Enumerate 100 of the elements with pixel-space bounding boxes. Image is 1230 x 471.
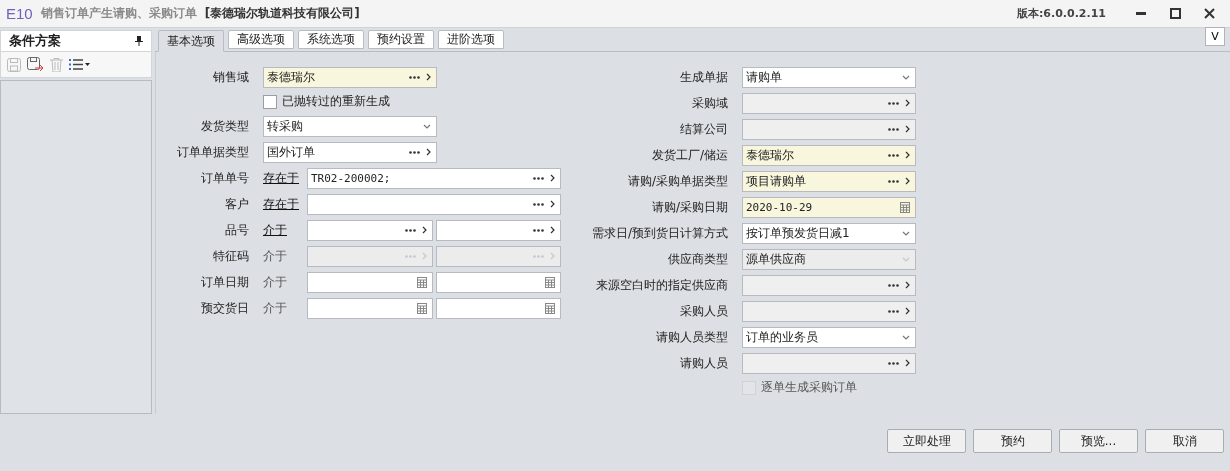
calendar-icon[interactable] <box>545 302 555 314</box>
field-label: 需求日/预到货日计算方式 <box>590 224 728 242</box>
chevron-down-icon[interactable] <box>902 74 910 80</box>
chevron-right-icon[interactable] <box>905 359 910 367</box>
date-field[interactable] <box>435 271 561 293</box>
lookup-field[interactable]: 泰德瑞尔 <box>742 144 916 166</box>
chevron-right-icon[interactable] <box>550 200 555 208</box>
lookup-field[interactable] <box>742 352 916 374</box>
chevron-right-icon[interactable] <box>905 307 910 315</box>
lookup-field[interactable] <box>307 219 433 241</box>
lookup-field[interactable]: 泰德瑞尔 <box>263 66 437 88</box>
field-label: 订单单号 <box>200 169 249 187</box>
chevron-right-icon[interactable] <box>426 148 431 156</box>
lookup-field[interactable] <box>307 193 561 215</box>
checkbox-label: 逐单生成采购订单 <box>761 379 857 396</box>
lookup-field[interactable]: 国外订单 <box>263 141 437 163</box>
ellipsis-icon[interactable] <box>409 150 420 154</box>
ellipsis-icon[interactable] <box>404 228 416 232</box>
field-label: 订单日期 <box>200 273 249 291</box>
version-label: 版本:6.0.0.2.11 <box>1016 6 1106 21</box>
lookup-field[interactable] <box>435 219 561 241</box>
ellipsis-icon[interactable] <box>533 228 544 232</box>
field-label: 来源空白时的指定供应商 <box>595 276 728 294</box>
field-label: 结算公司 <box>679 120 728 138</box>
app-logo: E10 <box>6 5 33 22</box>
field-label: 发货工厂/储运 <box>650 146 728 164</box>
ellipsis-icon[interactable] <box>888 153 899 157</box>
save-as-icon[interactable] <box>27 57 44 72</box>
list-menu-icon[interactable] <box>69 58 91 71</box>
lookup-field[interactable] <box>742 92 916 114</box>
field-label: 发货类型 <box>200 117 249 135</box>
chevron-down-icon[interactable] <box>902 334 910 340</box>
date-field[interactable] <box>307 297 433 319</box>
ellipsis-icon[interactable] <box>888 101 899 105</box>
chevron-right-icon[interactable] <box>905 281 910 289</box>
date-field[interactable] <box>435 297 561 319</box>
operator-label: 介于 <box>263 247 288 265</box>
tab[interactable]: 高级选项 <box>228 30 294 49</box>
chevron-right-icon[interactable] <box>426 73 431 81</box>
tab[interactable]: 基本选项 <box>158 30 224 52</box>
checkbox-label: 已抛转过的重新生成 <box>282 93 390 110</box>
date-field[interactable] <box>307 271 433 293</box>
field-label: 采购域 <box>691 94 728 112</box>
operator-link[interactable]: 存在于 <box>263 195 304 213</box>
lookup-field[interactable]: TR02-200002; <box>307 167 561 189</box>
calendar-icon[interactable] <box>416 276 427 288</box>
lookup-field[interactable] <box>742 274 916 296</box>
company-name: [泰德瑞尔轨道科技有限公司] <box>204 5 360 22</box>
operator-link[interactable]: 介于 <box>263 221 304 239</box>
checkbox[interactable] <box>263 94 277 109</box>
date-field[interactable]: 2020-10-29 <box>742 196 916 218</box>
field-label: 预交货日 <box>200 299 249 317</box>
lookup-field[interactable] <box>742 300 916 322</box>
field-label: 生成单据 <box>679 68 728 86</box>
chevron-right-icon[interactable] <box>550 174 555 182</box>
ellipsis-icon[interactable] <box>888 179 899 183</box>
ellipsis-icon[interactable] <box>533 202 544 206</box>
ellipsis-icon[interactable] <box>888 361 899 365</box>
field-label: 请购人员 <box>679 354 728 372</box>
lookup-field[interactable] <box>742 118 916 140</box>
ellipsis-icon[interactable] <box>888 309 899 313</box>
select-field[interactable]: 转采购 <box>263 115 437 137</box>
field-label: 客户 <box>224 195 249 213</box>
chevron-down-icon[interactable] <box>423 123 431 129</box>
chevron-down-icon[interactable] <box>902 230 910 236</box>
field-label: 请购/采购单据类型 <box>626 172 728 190</box>
select-field[interactable]: 请购单 <box>742 66 916 88</box>
pin-icon[interactable] <box>135 36 143 46</box>
action-button[interactable]: 预约 <box>973 429 1052 453</box>
ellipsis-icon[interactable] <box>533 176 544 180</box>
tab[interactable]: 系统选项 <box>298 30 364 49</box>
action-button[interactable]: 预览... <box>1059 429 1138 453</box>
chevron-right-icon[interactable] <box>905 177 910 185</box>
select-field[interactable]: 订单的业务员 <box>742 326 916 348</box>
tab[interactable]: 预约设置 <box>368 30 434 49</box>
ellipsis-icon[interactable] <box>409 75 420 79</box>
calendar-icon[interactable] <box>545 276 555 288</box>
operator-link[interactable]: 存在于 <box>263 169 304 187</box>
chevron-right-icon[interactable] <box>905 125 910 133</box>
calendar-icon[interactable] <box>416 302 427 314</box>
ellipsis-icon[interactable] <box>888 127 899 131</box>
chevron-right-icon[interactable] <box>550 226 555 234</box>
field-label: 供应商类型 <box>667 250 728 268</box>
chevron-right-icon[interactable] <box>905 151 910 159</box>
calendar-icon[interactable] <box>900 201 910 213</box>
corner-button[interactable]: V <box>1205 27 1225 46</box>
action-button[interactable]: 立即处理 <box>887 429 966 453</box>
lookup-field[interactable]: 项目请购单 <box>742 170 916 192</box>
tab[interactable]: 进阶选项 <box>438 30 504 49</box>
operator-label: 介于 <box>263 273 288 291</box>
panel-title: 条件方案 <box>9 32 61 50</box>
chevron-right-icon[interactable] <box>905 99 910 107</box>
select-field[interactable]: 按订单预发货日减1 <box>742 222 916 244</box>
action-button[interactable]: 取消 <box>1145 429 1224 453</box>
field-label: 销售域 <box>212 68 249 86</box>
ellipsis-icon[interactable] <box>888 283 899 287</box>
field-label: 订单单据类型 <box>176 143 249 161</box>
chevron-right-icon[interactable] <box>421 226 427 234</box>
field-label: 品号 <box>224 221 249 239</box>
field-label: 采购人员 <box>679 302 728 320</box>
